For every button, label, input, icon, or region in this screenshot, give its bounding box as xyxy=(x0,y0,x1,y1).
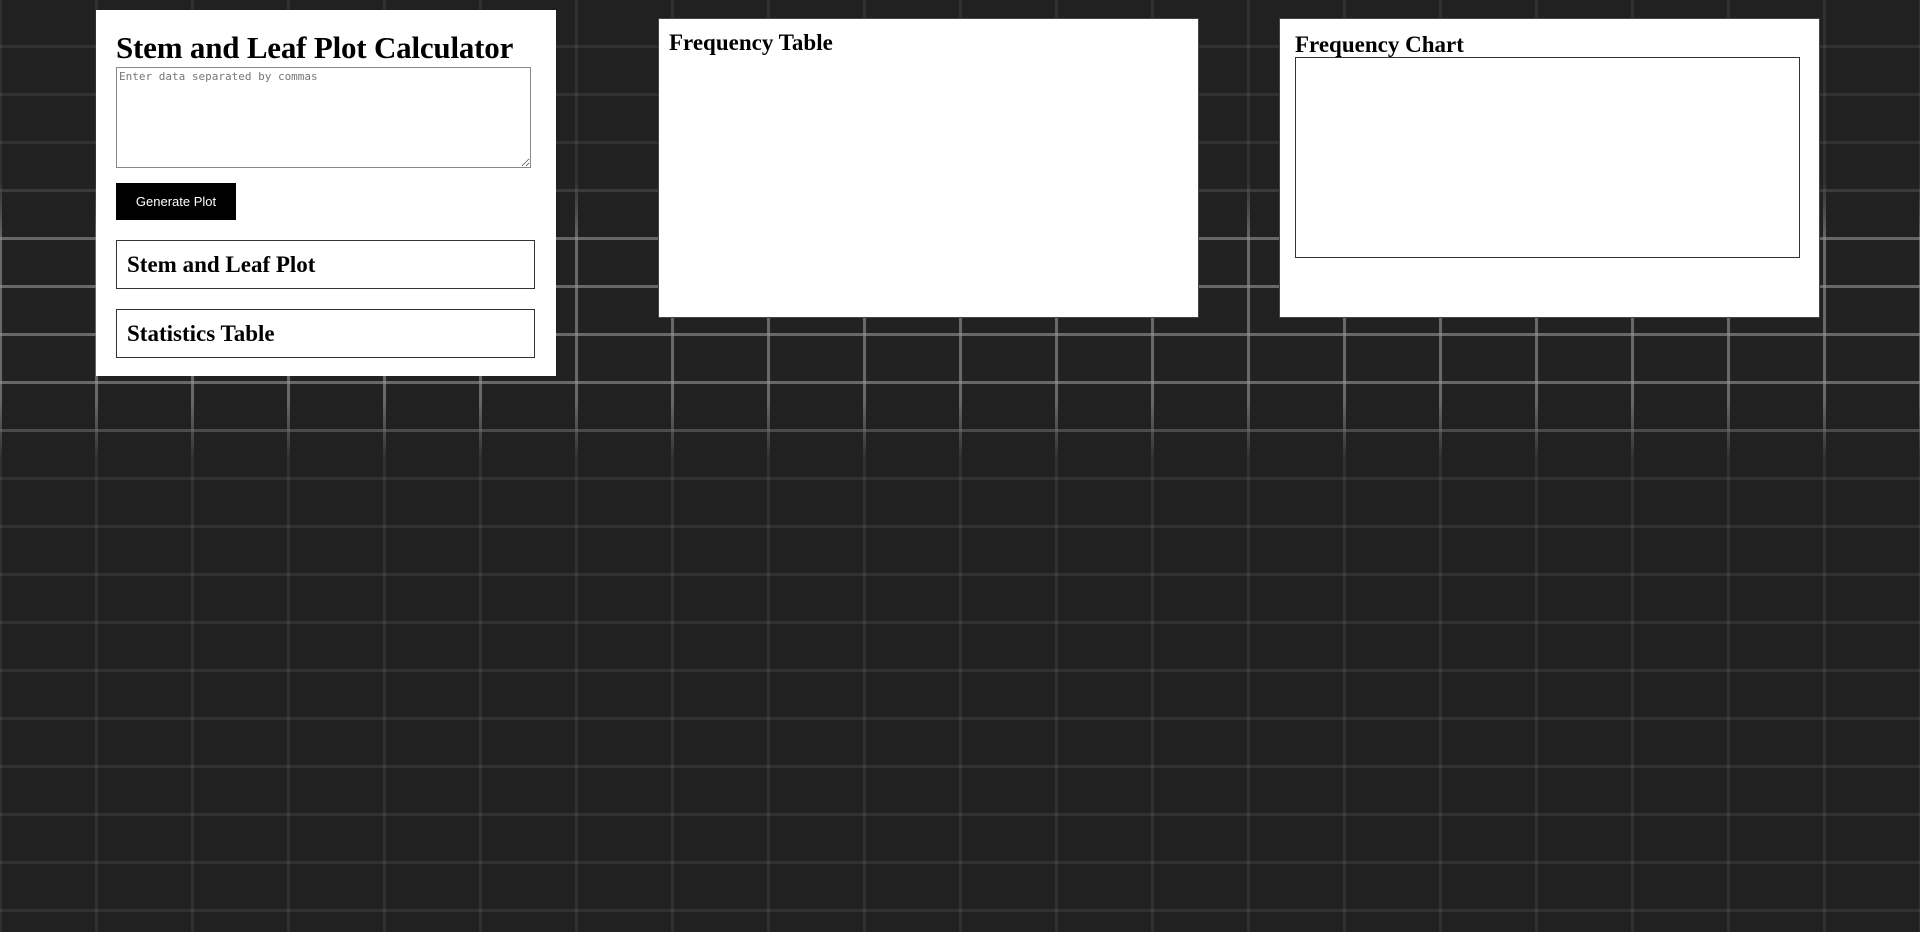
frequency-chart-canvas xyxy=(1295,57,1800,258)
stem-and-leaf-plot-heading: Stem and Leaf Plot xyxy=(127,251,316,277)
page-title: Stem and Leaf Plot Calculator xyxy=(116,30,514,65)
data-input[interactable] xyxy=(116,67,531,168)
frequency-table-heading: Frequency Table xyxy=(669,30,833,55)
statistics-table-section: Statistics Table xyxy=(116,309,535,358)
stem-and-leaf-plot-section: Stem and Leaf Plot xyxy=(116,240,535,289)
frequency-chart-heading: Frequency Chart xyxy=(1295,32,1464,57)
frequency-chart-panel: Frequency Chart xyxy=(1279,18,1820,318)
calculator-panel: Stem and Leaf Plot Calculator Generate P… xyxy=(96,10,556,376)
statistics-table-heading: Statistics Table xyxy=(127,320,275,346)
generate-plot-button[interactable]: Generate Plot xyxy=(116,183,236,220)
frequency-table-panel: Frequency Table xyxy=(658,18,1199,318)
